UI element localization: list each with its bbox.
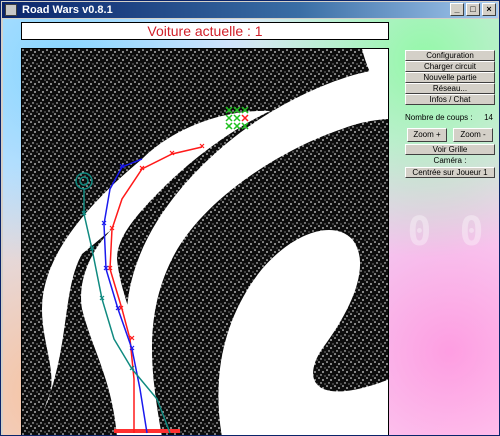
control-panel: Configuration Charger circuit Nouvelle p… — [405, 50, 495, 178]
camera-label: Caméra : — [433, 156, 467, 165]
app-icon — [5, 4, 17, 16]
window-title: Road Wars v0.8.1 — [22, 4, 113, 16]
moves-row: Nombre de coups : 14 — [405, 113, 495, 125]
info-chat-button[interactable]: Infos / Chat — [405, 94, 495, 105]
moves-count: 14 — [484, 113, 493, 122]
maximize-icon[interactable]: □ — [466, 3, 480, 16]
title-bar[interactable]: Road Wars v0.8.1 _ □ × — [2, 2, 498, 18]
window-controls: _ □ × — [450, 3, 496, 16]
client-area: 0 0 0 0 0 0 0 Voiture actuelle : 1 — [3, 19, 499, 435]
moves-label: Nombre de coups : — [405, 113, 473, 122]
network-button[interactable]: Réseau... — [405, 83, 495, 94]
new-game-button[interactable]: Nouvelle partie — [405, 72, 495, 83]
minimize-icon[interactable]: _ — [450, 3, 464, 16]
zoom-out-button[interactable]: Zoom - — [453, 128, 493, 142]
camera-select[interactable]: Centrée sur Joueur 1 — [405, 167, 495, 178]
zoom-controls: Zoom + Zoom - — [405, 128, 495, 142]
current-car-label: Voiture actuelle : 1 — [21, 22, 389, 40]
race-map[interactable] — [21, 48, 389, 435]
game-window: Road Wars v0.8.1 _ □ × 0 0 0 0 0 0 0 Voi… — [0, 0, 500, 436]
load-track-button[interactable]: Charger circuit — [405, 61, 495, 72]
zoom-in-button[interactable]: Zoom + — [407, 128, 447, 142]
close-icon[interactable]: × — [482, 3, 496, 16]
track-canvas[interactable] — [22, 49, 389, 435]
configuration-button[interactable]: Configuration — [405, 50, 495, 61]
show-grid-button[interactable]: Voir Grille — [405, 144, 495, 155]
